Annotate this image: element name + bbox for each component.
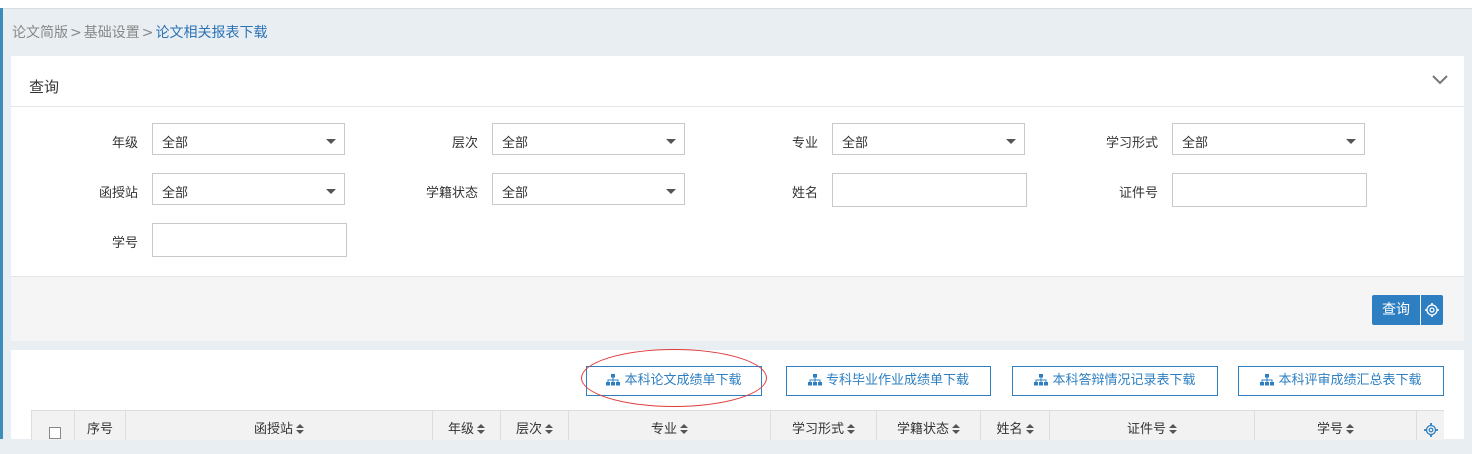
- gear-icon[interactable]: [1423, 422, 1439, 438]
- station-select[interactable]: 全部: [152, 173, 345, 205]
- column-header-id-number[interactable]: 证件号: [1049, 411, 1254, 440]
- sort-icon[interactable]: [680, 424, 688, 434]
- query-panel-footer: 查询: [11, 276, 1464, 341]
- table-header: 序号 函授站 年级 层次 专业 学习形式 学籍状态 姓名 证件号 学号: [31, 410, 1444, 440]
- download-associate-homework-grades-button[interactable]: 专科毕业作业成绩单下载: [786, 366, 991, 396]
- column-settings-cell[interactable]: [1416, 411, 1444, 440]
- level-label: 层次: [451, 136, 478, 151]
- status-select[interactable]: 全部: [492, 173, 685, 205]
- level-select-value: 全部: [502, 136, 529, 151]
- column-header-index: 序号: [74, 411, 125, 440]
- grade-select-value: 全部: [162, 136, 189, 151]
- major-select-value: 全部: [842, 136, 869, 151]
- study-form-select-value: 全部: [1182, 136, 1209, 151]
- student-no-label: 学号: [111, 236, 138, 251]
- query-panel-title: 查询: [29, 78, 60, 96]
- column-header-major[interactable]: 专业: [568, 411, 770, 440]
- breadcrumb-separator: >: [141, 25, 154, 41]
- column-header-label: 姓名: [996, 422, 1023, 437]
- column-header-label: 序号: [86, 422, 113, 437]
- breadcrumb-current: 论文相关报表下载: [155, 25, 268, 41]
- download-label: 专科毕业作业成绩单下载: [825, 373, 969, 388]
- sitemap-icon: [1260, 374, 1275, 386]
- highlight-circle-annotation: [581, 349, 767, 407]
- search-settings-button[interactable]: [1421, 295, 1443, 325]
- column-header-grade[interactable]: 年级: [432, 411, 500, 440]
- name-input[interactable]: [832, 173, 1027, 207]
- caret-down-icon: [326, 139, 336, 144]
- results-panel: 本科论文成绩单下载 专科毕业作业成绩单下载 本科答辩情况记录表下载 本科评审成绩…: [11, 349, 1464, 440]
- query-panel-header: 查询: [11, 56, 1464, 107]
- chevron-down-icon[interactable]: [1432, 74, 1448, 86]
- sort-icon[interactable]: [1346, 424, 1354, 434]
- gear-icon: [1425, 303, 1439, 317]
- column-header-student-no[interactable]: 学号: [1254, 411, 1416, 440]
- column-header-status[interactable]: 学籍状态: [876, 411, 980, 440]
- select-all-cell: [31, 411, 74, 440]
- study-form-label: 学习形式: [1105, 136, 1158, 151]
- sort-icon[interactable]: [545, 424, 553, 434]
- caret-down-icon: [666, 139, 676, 144]
- major-select[interactable]: 全部: [832, 123, 1025, 155]
- column-header-name[interactable]: 姓名: [980, 411, 1049, 440]
- study-form-select[interactable]: 全部: [1172, 123, 1365, 155]
- breadcrumb: 论文简版 > 基础设置 > 论文相关报表下载: [12, 22, 267, 42]
- sort-icon[interactable]: [1169, 424, 1177, 434]
- sort-icon[interactable]: [847, 424, 855, 434]
- download-undergrad-review-summary-button[interactable]: 本科评审成绩汇总表下载: [1238, 366, 1444, 396]
- level-select[interactable]: 全部: [492, 123, 685, 155]
- column-header-label: 年级: [447, 422, 474, 437]
- sort-icon[interactable]: [1025, 424, 1034, 434]
- status-label: 学籍状态: [425, 186, 478, 201]
- search-button[interactable]: 查询: [1372, 295, 1420, 325]
- sort-icon[interactable]: [952, 424, 960, 434]
- caret-down-icon: [666, 189, 676, 194]
- id-number-label: 证件号: [1118, 186, 1158, 201]
- download-label: 本科答辩情况记录表下载: [1052, 373, 1196, 388]
- name-label: 姓名: [791, 186, 818, 201]
- caret-down-icon: [1346, 139, 1356, 144]
- station-select-value: 全部: [162, 186, 189, 201]
- top-strip: [0, 0, 1472, 9]
- major-label: 专业: [791, 136, 818, 151]
- column-header-label: 学籍状态: [896, 422, 949, 437]
- column-header-label: 学习形式: [791, 422, 844, 437]
- left-accent-bar: [0, 8, 3, 439]
- column-header-label: 层次: [515, 422, 542, 437]
- breadcrumb-item[interactable]: 论文简版: [12, 25, 68, 41]
- sitemap-icon: [1034, 374, 1049, 386]
- sort-icon[interactable]: [296, 424, 304, 434]
- sort-icon[interactable]: [477, 424, 485, 434]
- column-header-study-form[interactable]: 学习形式: [770, 411, 876, 440]
- grade-select[interactable]: 全部: [152, 123, 345, 155]
- column-header-station[interactable]: 函授站: [125, 411, 432, 440]
- status-select-value: 全部: [502, 186, 529, 201]
- select-all-checkbox[interactable]: [49, 427, 61, 439]
- student-no-input[interactable]: [152, 223, 347, 257]
- column-header-label: 学号: [1316, 422, 1343, 437]
- column-header-label: 证件号: [1126, 422, 1166, 437]
- query-panel: 查询 年级 全部 层次 全部 专业 全部 学习形式 全部 函授站 全部 学籍状态…: [11, 56, 1464, 341]
- id-number-input[interactable]: [1172, 173, 1367, 207]
- breadcrumb-item[interactable]: 基础设置: [84, 25, 140, 41]
- station-label: 函授站: [98, 186, 138, 201]
- column-header-level[interactable]: 层次: [500, 411, 568, 440]
- download-label: 本科评审成绩汇总表下载: [1278, 373, 1422, 388]
- grade-label: 年级: [111, 136, 138, 151]
- column-header-label: 函授站: [253, 422, 293, 437]
- download-undergrad-defense-record-button[interactable]: 本科答辩情况记录表下载: [1012, 366, 1218, 396]
- column-header-label: 专业: [650, 422, 677, 437]
- caret-down-icon: [326, 189, 336, 194]
- breadcrumb-separator: >: [70, 25, 82, 41]
- sitemap-icon: [807, 374, 822, 386]
- caret-down-icon: [1006, 139, 1016, 144]
